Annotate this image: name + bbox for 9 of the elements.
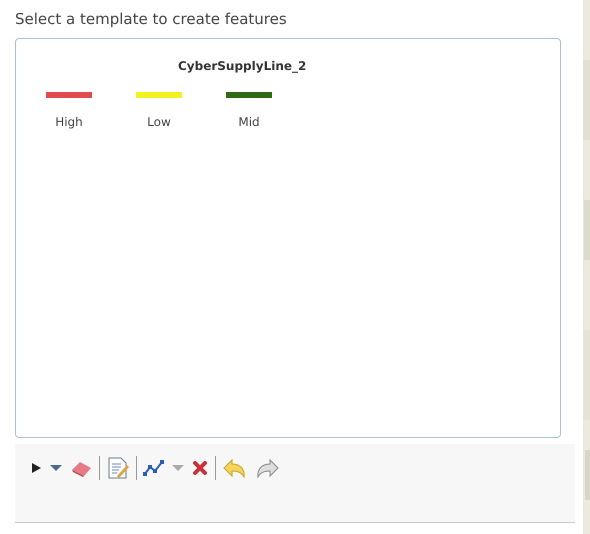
template-item[interactable]: Mid <box>226 91 272 129</box>
document-edit-icon[interactable] <box>106 457 130 479</box>
panel-prompt: Select a template to create features <box>15 10 287 30</box>
polyline-icon[interactable] <box>143 459 165 477</box>
pointer-icon[interactable] <box>29 460 43 476</box>
template-item[interactable]: High <box>46 91 92 129</box>
delete-icon[interactable] <box>191 459 209 477</box>
layer-name: CyberSupplyLine_2 <box>178 59 306 73</box>
template-item[interactable]: Low <box>136 91 182 129</box>
